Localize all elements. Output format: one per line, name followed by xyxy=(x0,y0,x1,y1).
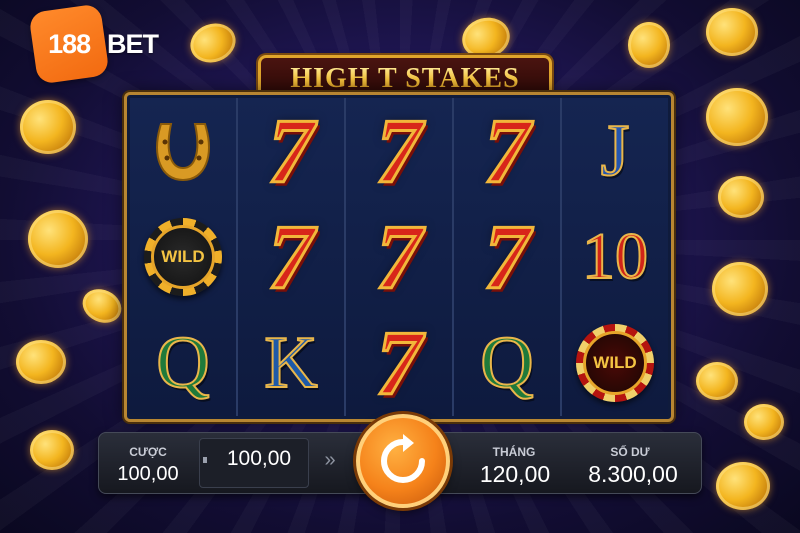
coin-icon xyxy=(712,262,768,316)
bet-value: 100,00 xyxy=(117,463,179,485)
coin-icon xyxy=(30,430,74,470)
win-value: 120,00 xyxy=(479,461,551,487)
reel-cell: K xyxy=(238,310,344,416)
logo-badge: 188 xyxy=(28,3,110,85)
reels-grid: WILD Q 7 7 K 7 7 7 7 7 Q J 10 WILD xyxy=(124,92,674,422)
symbol-k: K xyxy=(263,322,318,404)
reel-cell: Q xyxy=(130,310,236,416)
wild-label: WILD xyxy=(151,225,215,289)
symbol-seven: 7 xyxy=(267,100,316,202)
coin-icon xyxy=(744,404,784,440)
wild-label: WILD xyxy=(583,331,647,395)
reel-cell xyxy=(130,98,236,204)
symbol-seven: 7 xyxy=(375,312,424,414)
coin-icon xyxy=(20,100,76,154)
game-title: HIGH T STAKES xyxy=(290,63,520,94)
logo-text: BET xyxy=(107,28,159,59)
reel-cell: J xyxy=(562,98,668,204)
bet-label: CƯỢC xyxy=(129,445,167,459)
reel-cell: Q xyxy=(454,310,560,416)
reel-cell: 7 xyxy=(454,98,560,204)
logo-number: 188 xyxy=(47,28,91,59)
coin-icon xyxy=(77,283,127,329)
coin-icon xyxy=(718,176,764,218)
coin-icon xyxy=(706,88,768,146)
reel-cell: 7 xyxy=(238,98,344,204)
reel-cell: 10 xyxy=(562,204,668,310)
symbol-q: Q xyxy=(479,322,534,404)
stake-value: 100,00 xyxy=(226,447,292,470)
reel-cell: WILD xyxy=(562,310,668,416)
reel-2: 7 7 K xyxy=(238,98,346,416)
coin-icon xyxy=(16,340,66,384)
symbol-q: Q xyxy=(155,322,210,404)
symbol-seven: 7 xyxy=(483,206,532,308)
brand-logo: 188 BET xyxy=(28,3,159,85)
symbol-seven: 7 xyxy=(483,100,532,202)
fast-forward-icon[interactable]: » xyxy=(317,449,343,472)
reel-5: J 10 WILD xyxy=(562,98,668,416)
horseshoe-icon xyxy=(156,123,210,182)
coin-icon xyxy=(628,22,670,68)
coin-icon xyxy=(184,17,242,69)
symbol-seven: 7 xyxy=(375,100,424,202)
spin-button[interactable] xyxy=(356,414,450,508)
reel-cell: 7 xyxy=(238,204,344,310)
coin-icon xyxy=(28,210,88,268)
symbol-ten: 10 xyxy=(581,220,649,293)
reel-3: 7 7 7 xyxy=(346,98,454,416)
reel-cell: 7 xyxy=(346,204,452,310)
balance-value: 8.300,00 xyxy=(588,461,678,487)
wild-chip-icon: WILD xyxy=(576,324,654,402)
coin-icon xyxy=(706,8,758,56)
symbol-j: J xyxy=(600,110,631,192)
coin-icon xyxy=(716,462,770,510)
refresh-icon xyxy=(381,434,425,483)
reel-cell: WILD xyxy=(130,204,236,310)
balance-label: SỐ DƯ xyxy=(610,445,650,459)
reel-4: 7 7 Q xyxy=(454,98,562,416)
reel-1: WILD Q xyxy=(130,98,238,416)
symbol-seven: 7 xyxy=(267,206,316,308)
symbol-seven: 7 xyxy=(375,206,424,308)
coin-icon xyxy=(696,362,738,400)
reel-cell: 7 xyxy=(346,98,452,204)
wild-chip-icon: WILD xyxy=(144,218,222,296)
reel-cell: 7 xyxy=(346,310,452,416)
reel-cell: 7 xyxy=(454,204,560,310)
bet-amount-field[interactable]: 100,00 xyxy=(199,438,309,488)
win-label: THÁNG xyxy=(492,445,536,459)
decrease-bet-button[interactable] xyxy=(203,457,207,463)
